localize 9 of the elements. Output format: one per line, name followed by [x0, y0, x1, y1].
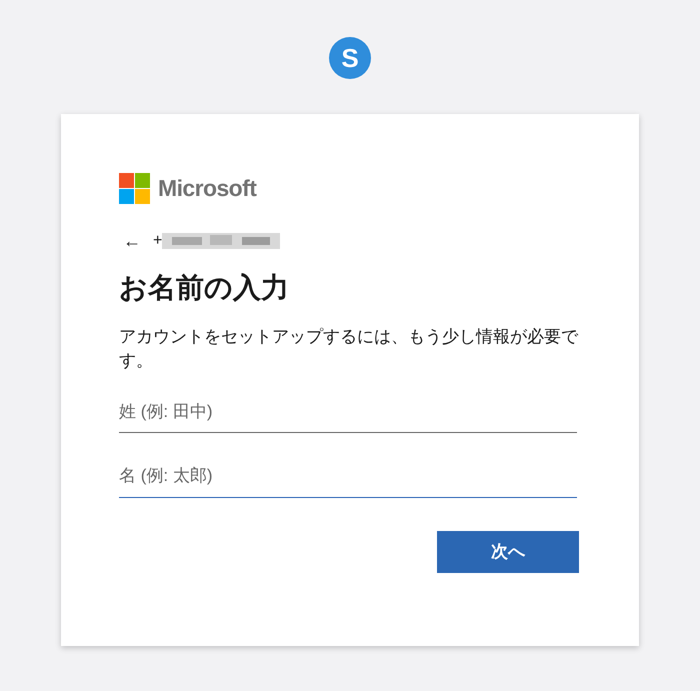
next-button[interactable]: 次へ	[437, 530, 579, 572]
page-title: お名前の入力	[119, 270, 290, 304]
app-logo: S	[329, 37, 371, 79]
windows-logo-icon	[119, 172, 150, 204]
account-identifier: +	[153, 230, 162, 250]
name-field[interactable]: 名 (例: 太郎)	[119, 455, 577, 498]
brand-name: Microsoft	[158, 174, 256, 203]
name-field[interactable]: 姓 (例: 田中)	[119, 390, 577, 433]
description-text: アカウントをセットアップするには、もう少し情報が必要です。	[119, 326, 580, 372]
